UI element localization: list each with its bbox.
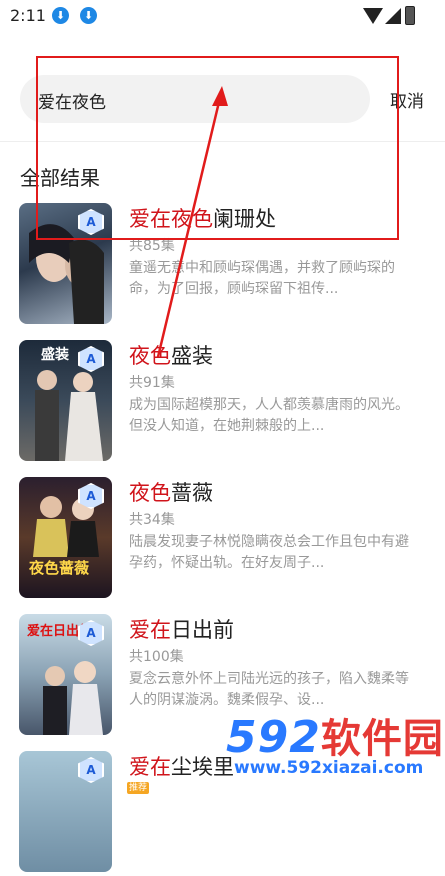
title-rest: 盛装 [171, 344, 213, 368]
result-item[interactable]: 夜色蔷薇 A 夜色蔷薇 共34集 陆晨发现妻子林悦隐瞒夜总会工作且包中有避孕药，… [0, 477, 445, 602]
recommend-tag: 推荐 [127, 782, 149, 794]
result-title[interactable]: 爱在尘埃里 [129, 751, 234, 781]
signal-icon [385, 8, 401, 24]
watermark-url: www.592xiazai.com [234, 758, 424, 778]
result-description: 成为国际超模那天，人人都羡慕唐雨的风光。但没人知道，在她荆棘般的上... [129, 397, 409, 434]
title-rest: 蔷薇 [171, 481, 213, 505]
poster-thumbnail[interactable]: 盛装 A [19, 340, 112, 461]
result-title[interactable]: 爱在日出前 [129, 614, 234, 644]
badge-icon: A [78, 757, 104, 783]
title-rest: 日出前 [171, 618, 234, 642]
result-description: 陆晨发现妻子林悦隐瞒夜总会工作且包中有避孕药，怀疑出轨。在好友周子... [129, 534, 409, 571]
title-highlight: 夜色 [129, 344, 171, 368]
result-title[interactable]: 夜色蔷薇 [129, 477, 213, 507]
annotation-box [36, 56, 399, 240]
result-description: 童遥无意中和顾屿琛偶遇，并救了顾屿琛的命，为了回报，顾屿琛留下祖传... [129, 260, 395, 297]
title-highlight: 夜色 [129, 481, 171, 505]
result-item[interactable]: 盛装 A 夜色盛装 共91集 成为国际超模那天，人人都羡慕唐雨的风光。但没人知道… [0, 340, 445, 465]
watermark: 592软件园 www.592xiazai.com [222, 698, 445, 791]
poster-title: 盛装 [41, 347, 69, 363]
title-highlight: 爱在 [129, 755, 171, 779]
episode-count: 共100集 [129, 649, 184, 665]
wifi-icon [363, 8, 383, 24]
poster-thumbnail[interactable]: A [19, 751, 112, 872]
download-icon: ⬇ [52, 7, 69, 24]
status-bar: 2:11 ⬇ ⬇ [0, 0, 445, 32]
episode-count: 共91集 [129, 375, 175, 391]
download-icon: ⬇ [80, 7, 97, 24]
poster-thumbnail[interactable]: 夜色蔷薇 A [19, 477, 112, 598]
result-title[interactable]: 夜色盛装 [129, 340, 213, 370]
poster-title: 夜色蔷薇 [29, 559, 90, 577]
poster-thumbnail[interactable]: 爱在日出前 A [19, 614, 112, 735]
title-highlight: 爱在 [129, 618, 171, 642]
episode-count: 共34集 [129, 512, 175, 528]
watermark-brand: 592软件园 [226, 712, 444, 763]
battery-icon [405, 6, 415, 25]
status-time: 2:11 [10, 6, 46, 25]
